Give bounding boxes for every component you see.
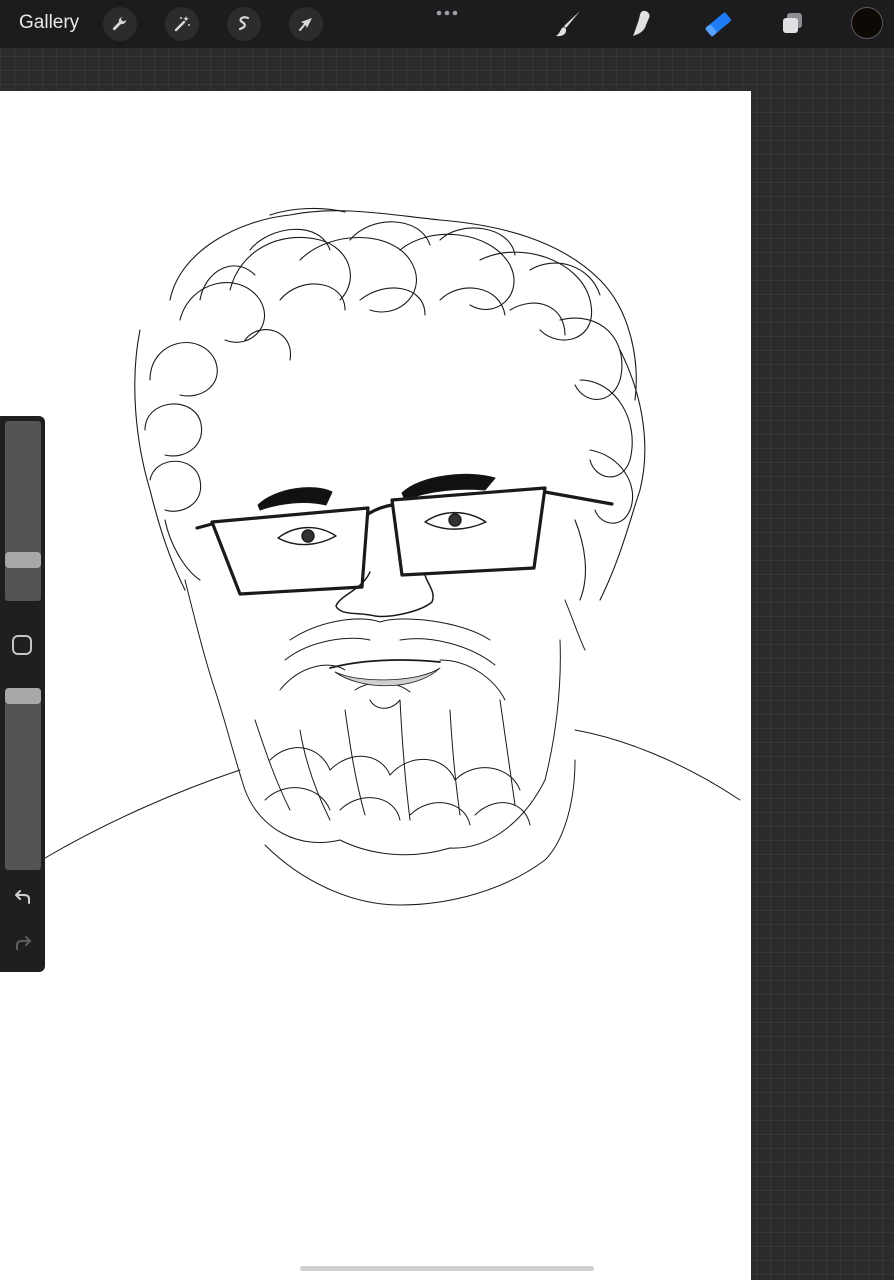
eraser-icon (705, 12, 731, 37)
layers-icon (783, 13, 802, 33)
transform-arrow-icon (299, 18, 312, 31)
drawing-canvas[interactable] (0, 91, 751, 1280)
brush-opacity-slider[interactable] (5, 688, 41, 870)
smudge-icon (633, 10, 650, 37)
redo-icon[interactable] (11, 934, 35, 954)
home-indicator[interactable] (300, 1266, 594, 1271)
layers-button[interactable] (775, 6, 811, 42)
actions-button[interactable] (103, 7, 137, 41)
magic-wand-icon (174, 16, 190, 32)
smudge-button[interactable] (624, 6, 660, 42)
top-toolbar: Gallery (0, 0, 894, 48)
brush-size-handle[interactable] (5, 552, 41, 569)
wrench-icon (112, 16, 127, 31)
gallery-button[interactable]: Gallery (19, 12, 79, 34)
brush-sidebar (0, 416, 45, 972)
adjustments-button[interactable] (165, 7, 199, 41)
modify-button[interactable] (12, 635, 32, 655)
selection-button[interactable] (227, 7, 261, 41)
color-picker-swatch[interactable] (851, 7, 883, 39)
eraser-button[interactable] (700, 6, 736, 42)
undo-icon[interactable] (11, 888, 35, 908)
portrait-sketch (44, 207, 741, 906)
transform-button[interactable] (289, 7, 323, 41)
brush-size-slider[interactable] (5, 421, 41, 601)
selection-icon (238, 16, 250, 31)
brush-button[interactable] (550, 6, 586, 42)
more-dots-icon[interactable] (432, 6, 462, 22)
brush-icon (556, 11, 580, 37)
brush-opacity-handle[interactable] (5, 688, 41, 704)
